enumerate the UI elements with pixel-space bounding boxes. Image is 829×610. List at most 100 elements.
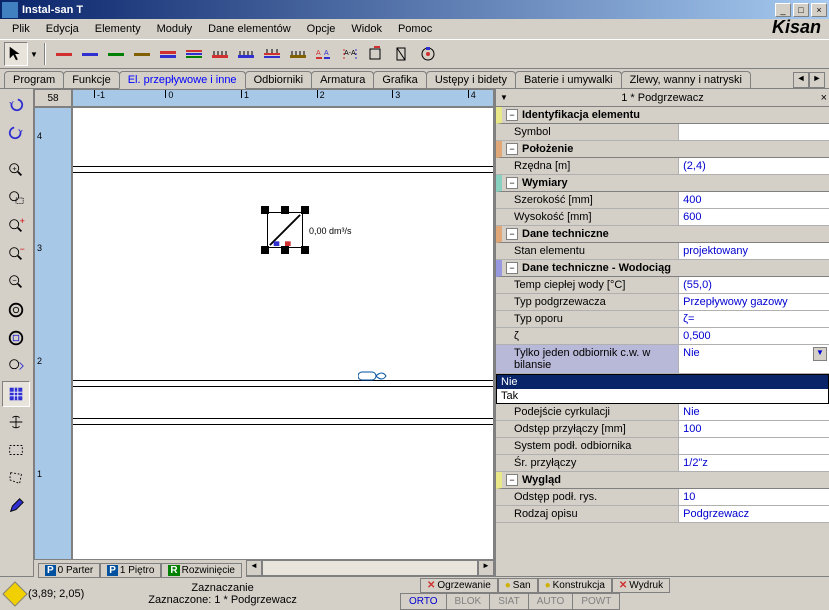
- collapse-icon[interactable]: −: [506, 262, 518, 274]
- prop-close-icon[interactable]: ×: [821, 92, 827, 104]
- tool-pipe-5[interactable]: [156, 42, 180, 66]
- tab-grafika[interactable]: Grafika: [373, 71, 426, 88]
- ruler-vertical[interactable]: 4 3 2 1: [34, 107, 72, 560]
- field-podejscie[interactable]: Nie: [679, 404, 829, 420]
- mode-blok[interactable]: BLOK: [447, 593, 491, 610]
- tab-ustepy[interactable]: Ustępy i bidety: [426, 71, 516, 88]
- ruler-horizontal[interactable]: -1 0 1 2 3 4: [72, 89, 494, 107]
- floor-tab-rozwiniecie[interactable]: RRozwinięcie: [161, 563, 242, 578]
- field-odstep-przylaczy[interactable]: 100: [679, 421, 829, 437]
- tool-zoom-in[interactable]: +: [2, 157, 30, 183]
- tab-armatura[interactable]: Armatura: [311, 71, 374, 88]
- tabs-scroll-left[interactable]: ◄: [793, 72, 809, 88]
- mode-orto[interactable]: ORTO: [400, 593, 447, 610]
- tool-grid[interactable]: [2, 381, 30, 407]
- menu-opcje[interactable]: Opcje: [299, 21, 344, 37]
- dropdown-option-tak[interactable]: Tak: [497, 389, 828, 403]
- tool-symbol-1[interactable]: AA: [312, 42, 336, 66]
- mode-auto[interactable]: AUTO: [529, 593, 574, 610]
- field-stan[interactable]: projektowany: [679, 243, 829, 259]
- tool-select-rect[interactable]: [2, 437, 30, 463]
- minimize-button[interactable]: _: [775, 3, 791, 17]
- tab-el-przeplywowe[interactable]: El. przepływowe i inne: [119, 71, 246, 89]
- field-temp[interactable]: (55,0): [679, 277, 829, 293]
- field-typ-podgrzewacza[interactable]: Przepływowy gazowy: [679, 294, 829, 310]
- chevron-down-icon[interactable]: ▼: [813, 347, 827, 361]
- tool-comb-4[interactable]: [286, 42, 310, 66]
- tool-symbol-5[interactable]: [416, 42, 440, 66]
- prop-dropdown-icon[interactable]: ▼: [500, 93, 508, 102]
- section-polozenie[interactable]: −Położenie: [496, 141, 829, 158]
- tab-funkcje[interactable]: Funkcje: [63, 71, 120, 88]
- tool-select-poly[interactable]: [2, 465, 30, 491]
- menu-moduly[interactable]: Moduły: [149, 21, 200, 37]
- hscroll-left[interactable]: ◄: [246, 560, 262, 576]
- tool-pipe-6[interactable]: [182, 42, 206, 66]
- menu-edycja[interactable]: Edycja: [38, 21, 87, 37]
- maximize-button[interactable]: □: [793, 3, 809, 17]
- status-diamond-icon[interactable]: [2, 581, 27, 606]
- tool-symbol-3[interactable]: [364, 42, 388, 66]
- tool-zoom-window[interactable]: [2, 185, 30, 211]
- ruler-corner[interactable]: 58: [34, 89, 72, 107]
- section-wymiary[interactable]: −Wymiary: [496, 175, 829, 192]
- tabs-scroll-right[interactable]: ►: [809, 72, 825, 88]
- hscroll-track[interactable]: [262, 560, 478, 576]
- field-odstep-rys[interactable]: 10: [679, 489, 829, 505]
- tool-undo[interactable]: [2, 91, 30, 117]
- collapse-icon[interactable]: −: [506, 109, 518, 121]
- layer-ogrzewanie[interactable]: ✕Ogrzewanie: [420, 578, 498, 592]
- field-system-podl[interactable]: [679, 438, 829, 454]
- tool-comb-3[interactable]: [260, 42, 284, 66]
- selected-heater-object[interactable]: 0,00 dm³/s: [263, 208, 307, 252]
- tool-pointer[interactable]: [4, 42, 28, 66]
- section-wyglad[interactable]: −Wygląd: [496, 472, 829, 489]
- tool-pipe-3[interactable]: [104, 42, 128, 66]
- menu-dane[interactable]: Dane elementów: [200, 21, 299, 37]
- section-dane-techniczne[interactable]: −Dane techniczne: [496, 226, 829, 243]
- field-sr-przylaczy[interactable]: 1/2"z: [679, 455, 829, 471]
- drawing-canvas[interactable]: 0,00 dm³/s: [72, 107, 494, 560]
- menu-plik[interactable]: Plik: [4, 21, 38, 37]
- tool-pan[interactable]: [2, 409, 30, 435]
- tool-pipe-2[interactable]: [78, 42, 102, 66]
- menu-pomoc[interactable]: Pomoc: [390, 21, 440, 37]
- hscroll-right[interactable]: ►: [478, 560, 494, 576]
- section-identyfikacja[interactable]: −Identyfikacja elementu: [496, 107, 829, 124]
- tool-symbol-4[interactable]: [390, 42, 414, 66]
- tool-zoom-prev[interactable]: [2, 353, 30, 379]
- layer-konstrukcja[interactable]: ●Konstrukcja: [538, 578, 612, 592]
- tool-pipe-4[interactable]: [130, 42, 154, 66]
- field-rodzaj-opisu[interactable]: Podgrzewacz: [679, 506, 829, 522]
- dropdown-option-nie[interactable]: Nie: [497, 375, 828, 389]
- tool-symbol-2[interactable]: A-A: [338, 42, 362, 66]
- layer-san[interactable]: ●San: [498, 578, 538, 592]
- tool-zoom-out[interactable]: −: [2, 269, 30, 295]
- collapse-icon[interactable]: −: [506, 228, 518, 240]
- tab-baterie[interactable]: Baterie i umywalki: [515, 71, 622, 88]
- floor-tab-0[interactable]: P0 Parter: [38, 563, 100, 578]
- layer-wydruk[interactable]: ✕Wydruk: [612, 578, 670, 592]
- menu-widok[interactable]: Widok: [343, 21, 390, 37]
- tool-zoom-plus[interactable]: +: [2, 213, 30, 239]
- tab-program[interactable]: Program: [4, 71, 64, 88]
- collapse-icon[interactable]: −: [506, 177, 518, 189]
- tab-odbiorniki[interactable]: Odbiorniki: [245, 71, 313, 88]
- tab-zlewy[interactable]: Zlewy, wanny i natryski: [621, 71, 751, 88]
- collapse-icon[interactable]: −: [506, 474, 518, 486]
- tool-zoom-fit[interactable]: [2, 297, 30, 323]
- field-szerokosc[interactable]: 400: [679, 192, 829, 208]
- tool-redo[interactable]: [2, 119, 30, 145]
- canvas-receiver-object[interactable]: [358, 368, 388, 387]
- tool-pencil[interactable]: [2, 493, 30, 519]
- field-rzedna[interactable]: (2,4): [679, 158, 829, 174]
- mode-siat[interactable]: SIAT: [490, 593, 528, 610]
- menu-elementy[interactable]: Elementy: [87, 21, 149, 37]
- section-dane-wodociag[interactable]: −Dane techniczne - Wodociąg: [496, 260, 829, 277]
- tool-pipe-1[interactable]: [52, 42, 76, 66]
- field-wysokosc[interactable]: 600: [679, 209, 829, 225]
- field-jeden-odbiornik[interactable]: Nie▼: [679, 345, 829, 373]
- tool-zoom-minus[interactable]: −: [2, 241, 30, 267]
- tool-zoom-all[interactable]: [2, 325, 30, 351]
- field-zeta[interactable]: 0,500: [679, 328, 829, 344]
